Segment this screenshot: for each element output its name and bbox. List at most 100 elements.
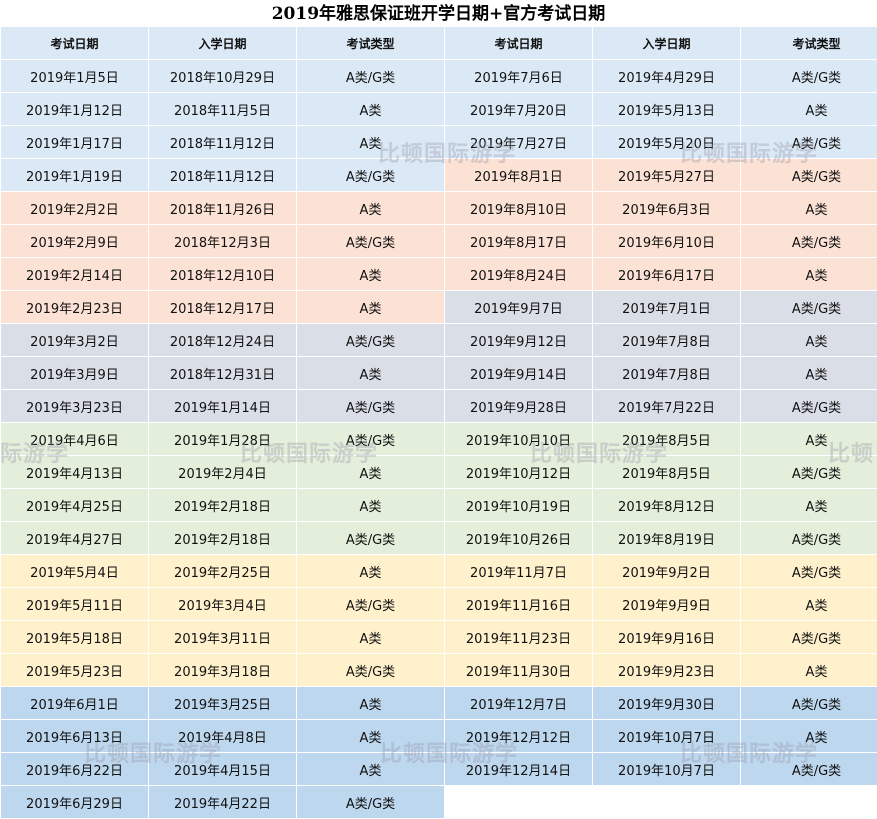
table-row: 2019年3月23日2019年1月14日A类/G类2019年9月28日2019年… — [1, 390, 877, 423]
exam-date-cell: 2019年5月23日 — [1, 654, 149, 687]
exam-type-cell: A类 — [741, 588, 877, 621]
exam-type-cell: A类/G类 — [741, 390, 877, 423]
enroll-date-cell: 2019年4月15日 — [149, 753, 297, 786]
exam-date-cell: 2019年9月14日 — [445, 357, 593, 390]
exam-type-cell: A类/G类 — [297, 390, 445, 423]
table-row: 2019年4月6日2019年1月28日A类/G类2019年10月10日2019年… — [1, 423, 877, 456]
table-row: 2019年3月9日2018年12月31日A类2019年9月14日2019年7月8… — [1, 357, 877, 390]
enroll-date-cell: 2019年3月4日 — [149, 588, 297, 621]
exam-type-cell: A类 — [741, 423, 877, 456]
enroll-date-cell: 2019年5月20日 — [593, 126, 741, 159]
exam-type-cell: A类 — [741, 324, 877, 357]
enroll-date-cell: 2019年6月3日 — [593, 192, 741, 225]
enroll-date-cell: 2019年6月17日 — [593, 258, 741, 291]
exam-date-cell: 2019年12月12日 — [445, 720, 593, 753]
enroll-date-cell: 2018年12月3日 — [149, 225, 297, 258]
exam-type-cell — [741, 786, 877, 819]
exam-date-cell: 2019年7月20日 — [445, 93, 593, 126]
table-row: 2019年2月9日2018年12月3日A类/G类2019年8月17日2019年6… — [1, 225, 877, 258]
exam-date-cell: 2019年12月7日 — [445, 687, 593, 720]
exam-date-cell — [445, 786, 593, 819]
schedule-table: 考试日期 入学日期 考试类型 考试日期 入学日期 考试类型 2019年1月5日2… — [0, 26, 877, 819]
exam-date-cell: 2019年11月30日 — [445, 654, 593, 687]
table-row: 2019年5月18日2019年3月11日A类2019年11月23日2019年9月… — [1, 621, 877, 654]
enroll-date-cell: 2019年9月9日 — [593, 588, 741, 621]
exam-type-cell: A类/G类 — [741, 291, 877, 324]
exam-type-cell: A类/G类 — [297, 522, 445, 555]
table-row: 2019年5月11日2019年3月4日A类/G类2019年11月16日2019年… — [1, 588, 877, 621]
exam-type-cell: A类 — [297, 555, 445, 588]
exam-type-cell: A类 — [741, 93, 877, 126]
exam-type-cell: A类 — [297, 621, 445, 654]
exam-type-cell: A类 — [741, 258, 877, 291]
enroll-date-cell: 2019年4月29日 — [593, 60, 741, 93]
table-row: 2019年6月22日2019年4月15日A类2019年12月14日2019年10… — [1, 753, 877, 786]
exam-date-cell: 2019年5月18日 — [1, 621, 149, 654]
enroll-date-cell: 2019年8月5日 — [593, 456, 741, 489]
exam-date-cell: 2019年1月5日 — [1, 60, 149, 93]
exam-type-cell: A类/G类 — [741, 522, 877, 555]
enroll-date-cell: 2019年2月25日 — [149, 555, 297, 588]
header-enroll-date-2: 入学日期 — [593, 27, 741, 60]
enroll-date-cell: 2019年10月7日 — [593, 720, 741, 753]
exam-type-cell: A类 — [741, 192, 877, 225]
exam-type-cell: A类/G类 — [741, 159, 877, 192]
exam-type-cell: A类/G类 — [741, 60, 877, 93]
page-title: 2019年雅思保证班开学日期+官方考试日期 — [0, 0, 877, 26]
exam-date-cell: 2019年6月13日 — [1, 720, 149, 753]
enroll-date-cell: 2018年12月31日 — [149, 357, 297, 390]
exam-date-cell: 2019年12月14日 — [445, 753, 593, 786]
exam-date-cell: 2019年7月27日 — [445, 126, 593, 159]
exam-type-cell: A类 — [741, 489, 877, 522]
enroll-date-cell: 2019年5月13日 — [593, 93, 741, 126]
header-exam-type: 考试类型 — [297, 27, 445, 60]
enroll-date-cell: 2019年9月23日 — [593, 654, 741, 687]
table-row: 2019年4月25日2019年2月18日A类2019年10月19日2019年8月… — [1, 489, 877, 522]
exam-date-cell: 2019年10月12日 — [445, 456, 593, 489]
exam-date-cell: 2019年4月27日 — [1, 522, 149, 555]
exam-type-cell: A类/G类 — [741, 555, 877, 588]
exam-type-cell: A类/G类 — [297, 60, 445, 93]
enroll-date-cell: 2018年11月5日 — [149, 93, 297, 126]
exam-type-cell: A类/G类 — [297, 423, 445, 456]
exam-date-cell: 2019年9月28日 — [445, 390, 593, 423]
exam-type-cell: A类/G类 — [741, 621, 877, 654]
exam-date-cell: 2019年2月23日 — [1, 291, 149, 324]
exam-date-cell: 2019年6月22日 — [1, 753, 149, 786]
table-row: 2019年2月14日2018年12月10日A类2019年8月24日2019年6月… — [1, 258, 877, 291]
exam-type-cell: A类/G类 — [297, 588, 445, 621]
exam-type-cell: A类/G类 — [297, 654, 445, 687]
header-exam-date-2: 考试日期 — [445, 27, 593, 60]
exam-date-cell: 2019年1月17日 — [1, 126, 149, 159]
exam-date-cell: 2019年11月7日 — [445, 555, 593, 588]
exam-type-cell: A类/G类 — [297, 159, 445, 192]
exam-date-cell: 2019年10月10日 — [445, 423, 593, 456]
header-row: 考试日期 入学日期 考试类型 考试日期 入学日期 考试类型 — [1, 27, 877, 60]
enroll-date-cell: 2019年5月27日 — [593, 159, 741, 192]
table-row: 2019年4月27日2019年2月18日A类/G类2019年10月26日2019… — [1, 522, 877, 555]
header-exam-type-2: 考试类型 — [741, 27, 877, 60]
enroll-date-cell: 2018年12月24日 — [149, 324, 297, 357]
exam-date-cell: 2019年1月12日 — [1, 93, 149, 126]
table-row: 2019年2月2日2018年11月26日A类2019年8月10日2019年6月3… — [1, 192, 877, 225]
exam-date-cell: 2019年11月23日 — [445, 621, 593, 654]
enroll-date-cell: 2019年7月8日 — [593, 357, 741, 390]
exam-type-cell: A类 — [741, 357, 877, 390]
table-row: 2019年6月1日2019年3月25日A类2019年12月7日2019年9月30… — [1, 687, 877, 720]
exam-date-cell: 2019年8月24日 — [445, 258, 593, 291]
exam-type-cell: A类 — [297, 357, 445, 390]
exam-date-cell: 2019年2月9日 — [1, 225, 149, 258]
enroll-date-cell — [593, 786, 741, 819]
enroll-date-cell: 2019年1月28日 — [149, 423, 297, 456]
enroll-date-cell: 2018年12月10日 — [149, 258, 297, 291]
table-row: 2019年6月13日2019年4月8日A类2019年12月12日2019年10月… — [1, 720, 877, 753]
table-row: 2019年1月17日2018年11月12日A类2019年7月27日2019年5月… — [1, 126, 877, 159]
enroll-date-cell: 2018年11月12日 — [149, 159, 297, 192]
exam-type-cell: A类 — [297, 291, 445, 324]
exam-date-cell: 2019年9月7日 — [445, 291, 593, 324]
exam-date-cell: 2019年3月2日 — [1, 324, 149, 357]
exam-type-cell: A类 — [297, 126, 445, 159]
enroll-date-cell: 2019年1月14日 — [149, 390, 297, 423]
exam-date-cell: 2019年4月13日 — [1, 456, 149, 489]
enroll-date-cell: 2019年9月30日 — [593, 687, 741, 720]
